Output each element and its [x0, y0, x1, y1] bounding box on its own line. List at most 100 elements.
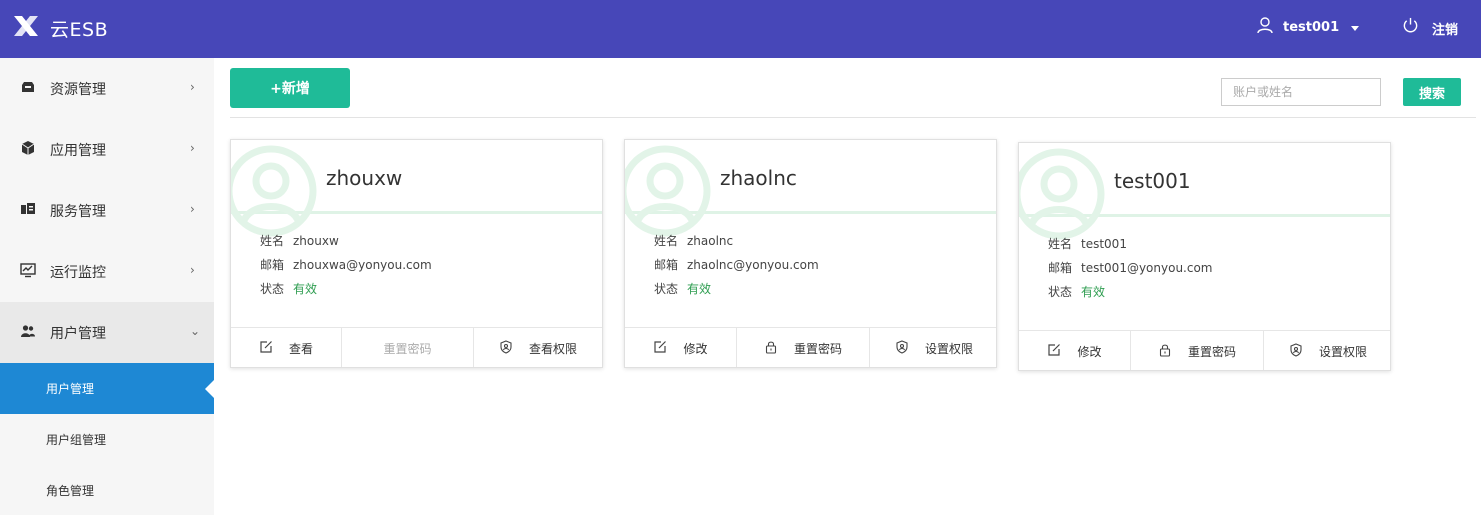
- chevron-down-icon: ⌄: [190, 324, 201, 338]
- name-label: 姓名: [260, 234, 285, 248]
- card-header: zhouxw: [231, 140, 602, 237]
- edit-label: 修改: [683, 342, 708, 356]
- logout-label: 注销: [1432, 22, 1459, 38]
- edit-button[interactable]: 修改: [1019, 331, 1131, 370]
- card-actions: 修改 重置密码 设置权限: [1019, 330, 1390, 370]
- set-permissions-label: 设置权限: [1318, 345, 1367, 359]
- app-logo[interactable]: 云ESB: [10, 12, 108, 44]
- monitor-icon: [20, 262, 36, 282]
- sidebar-item-services[interactable]: 服务管理 ›: [0, 180, 214, 241]
- chevron-right-icon: ›: [190, 80, 195, 94]
- sidebar-item-resources[interactable]: 资源管理 ›: [0, 58, 214, 119]
- set-permissions-button[interactable]: 设置权限: [1264, 331, 1390, 370]
- sidebar-item-label: 运行监控: [50, 264, 106, 281]
- caret-down-icon: [1351, 25, 1360, 31]
- reset-password-label: 重置密码: [383, 342, 432, 356]
- app-title: 云ESB: [50, 18, 109, 41]
- shield-icon: [499, 340, 529, 357]
- sidebar-item-label: 用户管理: [50, 325, 106, 342]
- reset-password-label: 重置密码: [793, 342, 842, 356]
- edit-button[interactable]: 修改: [625, 328, 737, 367]
- sidebar-subitem-user-groups[interactable]: 用户组管理: [0, 414, 214, 465]
- user-card: test001 姓名 test001 邮箱 test001@yonyou.com 状…: [1018, 142, 1391, 371]
- status-label: 状态: [1048, 285, 1073, 299]
- sidebar-subitem-roles[interactable]: 角色管理: [0, 465, 214, 515]
- view-button[interactable]: 查看: [231, 328, 342, 367]
- shield-icon: [895, 340, 925, 357]
- logo-icon: [10, 10, 42, 46]
- top-bar: 云ESB test001 注销: [0, 0, 1481, 58]
- name-label: 姓名: [1048, 237, 1073, 251]
- lock-icon: [1158, 343, 1188, 360]
- user-menu[interactable]: test001: [1256, 16, 1360, 38]
- status-badge: 有效: [1081, 285, 1106, 299]
- chevron-right-icon: ›: [190, 141, 195, 155]
- add-user-button[interactable]: +新增: [230, 68, 350, 108]
- lock-icon: [764, 340, 794, 357]
- status-badge: 有效: [687, 282, 712, 296]
- user-card: zhaolnc 姓名 zhaolnc 邮箱 zhaolnc@yonyou.com 状…: [624, 139, 997, 368]
- card-details: 姓名 test001 邮箱 test001@yonyou.com 状态 有效: [1048, 232, 1213, 304]
- shield-icon: [1289, 343, 1319, 360]
- sidebar-item-users[interactable]: 用户管理 ⌄: [0, 302, 214, 363]
- edit-icon: [259, 340, 289, 357]
- card-details: 姓名 zhouxw 邮箱 zhouxwa@yonyou.com 状态 有效: [260, 229, 432, 301]
- reset-password-label: 重置密码: [1187, 345, 1236, 359]
- user-icon: [1256, 16, 1274, 38]
- name-value: zhaolnc: [687, 234, 734, 248]
- resource-icon: [20, 79, 36, 99]
- email-value: zhouxwa@yonyou.com: [293, 258, 432, 272]
- sidebar-item-label: 服务管理: [50, 203, 106, 220]
- edit-icon: [653, 340, 683, 357]
- email-value: test001@yonyou.com: [1081, 261, 1213, 275]
- email-label: 邮箱: [654, 258, 679, 272]
- sidebar: 资源管理 › 应用管理 › 服务管理 › 运行监控 › 用户管理 ⌄ 用户管理 …: [0, 58, 214, 515]
- reset-password-button[interactable]: 重置密码: [1131, 331, 1264, 370]
- card-header: test001: [1019, 143, 1390, 240]
- email-label: 邮箱: [260, 258, 285, 272]
- name-value: zhouxw: [293, 234, 339, 248]
- status-label: 状态: [654, 282, 679, 296]
- reset-password-button: 重置密码: [342, 328, 474, 367]
- card-header: zhaolnc: [625, 140, 996, 237]
- search-input[interactable]: [1221, 78, 1381, 106]
- search-button[interactable]: 搜索: [1403, 78, 1461, 106]
- reset-password-button[interactable]: 重置密码: [737, 328, 870, 367]
- sidebar-item-monitor[interactable]: 运行监控 ›: [0, 241, 214, 302]
- sidebar-item-label: 应用管理: [50, 142, 106, 159]
- edit-label: 修改: [1077, 345, 1102, 359]
- power-icon: [1402, 17, 1419, 38]
- avatar-icon: [625, 143, 713, 239]
- sidebar-item-label: 资源管理: [50, 81, 106, 98]
- avatar-icon: [231, 143, 319, 239]
- toolbar-divider: [230, 117, 1476, 118]
- users-icon: [20, 323, 36, 343]
- card-actions: 查看 重置密码 查看权限: [231, 327, 602, 367]
- sidebar-item-apps[interactable]: 应用管理 ›: [0, 119, 214, 180]
- card-title: test001: [1114, 169, 1191, 193]
- chevron-right-icon: ›: [190, 202, 195, 216]
- sidebar-subitem-user-management[interactable]: 用户管理: [0, 363, 214, 414]
- logout-button[interactable]: 注销: [1402, 16, 1458, 38]
- status-badge: 有效: [293, 282, 318, 296]
- view-permissions-label: 查看权限: [528, 342, 577, 356]
- name-label: 姓名: [654, 234, 679, 248]
- view-permissions-button[interactable]: 查看权限: [474, 328, 602, 367]
- name-value: test001: [1081, 237, 1127, 251]
- set-permissions-label: 设置权限: [924, 342, 973, 356]
- service-icon: [20, 201, 36, 221]
- user-card: zhouxw 姓名 zhouxw 邮箱 zhouxwa@yonyou.com 状态有…: [230, 139, 603, 368]
- cube-icon: [20, 140, 36, 160]
- chevron-right-icon: ›: [190, 263, 195, 277]
- email-value: zhaolnc@yonyou.com: [687, 258, 819, 272]
- status-label: 状态: [260, 282, 285, 296]
- card-actions: 修改 重置密码 设置权限: [625, 327, 996, 367]
- avatar-icon: [1019, 146, 1107, 242]
- view-label: 查看: [288, 342, 313, 356]
- edit-icon: [1047, 343, 1077, 360]
- set-permissions-button[interactable]: 设置权限: [870, 328, 996, 367]
- username: test001: [1283, 19, 1340, 35]
- card-details: 姓名 zhaolnc 邮箱 zhaolnc@yonyou.com 状态 有效: [654, 229, 819, 301]
- card-title: zhouxw: [326, 166, 403, 190]
- email-label: 邮箱: [1048, 261, 1073, 275]
